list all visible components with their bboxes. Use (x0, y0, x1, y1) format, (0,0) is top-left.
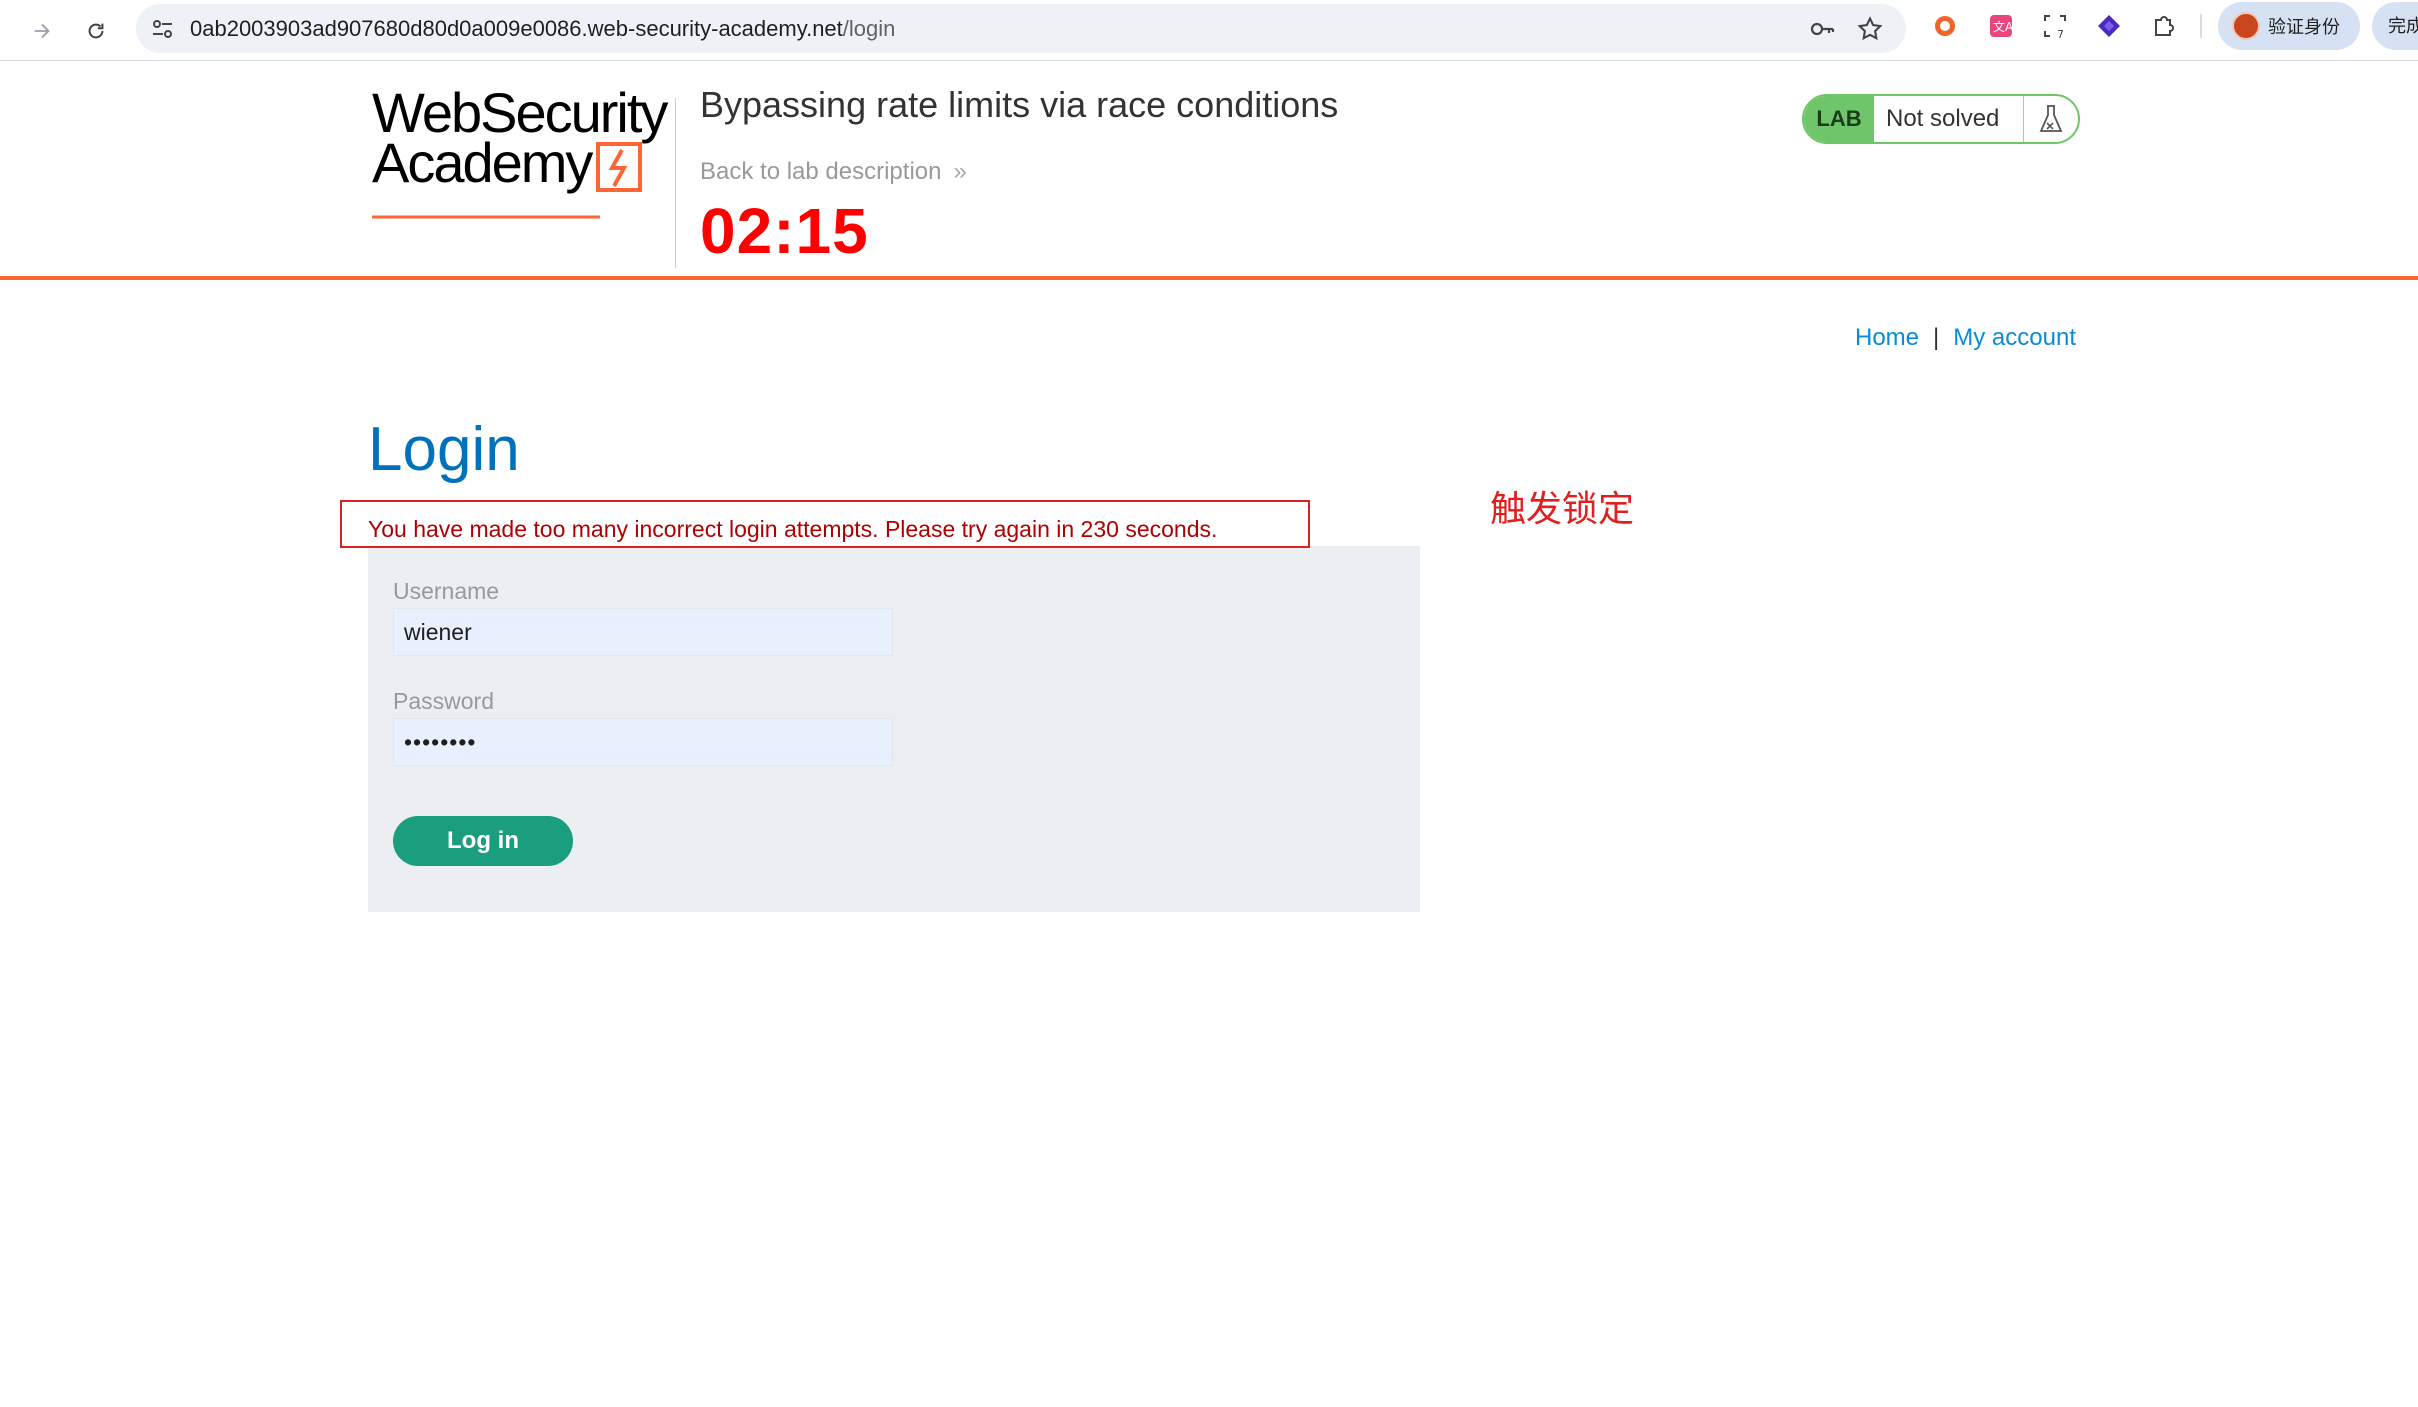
double-chevron-right-icon: » (953, 158, 967, 185)
web-security-academy-logo[interactable]: WebSecurity Academy (372, 85, 672, 228)
purple-extension-icon[interactable] (2094, 11, 2124, 41)
done-button[interactable]: 完成 (2372, 2, 2418, 50)
logo-line-2: Academy (372, 131, 593, 194)
username-input[interactable]: wiener (393, 608, 893, 656)
password-label: Password (393, 688, 494, 714)
error-message: You have made too many incorrect login a… (368, 516, 1218, 542)
annotation-note: 触发锁定 (1490, 489, 1635, 530)
header-divider (675, 98, 676, 268)
lab-status-widget: LAB Not solved (1802, 94, 2080, 144)
reload-button[interactable] (74, 9, 118, 53)
svg-text:7: 7 (2057, 28, 2064, 40)
url-path: /login (842, 16, 896, 41)
logo-line-2-wrap: Academy (372, 135, 672, 192)
logo-underline (372, 215, 600, 219)
password-input[interactable]: •••••••• (393, 718, 893, 766)
key-icon[interactable] (1808, 15, 1836, 43)
logo-bolt-icon (596, 142, 642, 192)
back-link-label: Back to lab description (700, 158, 942, 185)
page-title: Login (368, 415, 520, 484)
url-host: 0ab2003903ad907680d80d0a009e0086.web-sec… (190, 16, 843, 41)
browser-toolbar: 0ab2003903ad907680d80d0a009e0086.web-sec… (0, 0, 2418, 61)
site-info-icon[interactable] (148, 14, 178, 44)
forward-button[interactable] (20, 9, 64, 53)
svg-text:文A: 文A (1993, 19, 2014, 34)
back-to-lab-description-link[interactable]: Back to lab description » (700, 158, 967, 186)
login-form: Username wiener Password •••••••• Log in (368, 546, 1420, 912)
reload-icon (88, 23, 104, 39)
avatar (2232, 12, 2260, 40)
home-link[interactable]: Home (1855, 324, 1919, 351)
arrow-right-icon (34, 23, 50, 39)
flask-icon[interactable] (2024, 96, 2078, 142)
login-button[interactable]: Log in (393, 816, 573, 866)
profile-button[interactable]: 验证身份 (2218, 2, 2360, 50)
lab-timer: 02:15 (700, 195, 869, 267)
lab-badge: LAB (1804, 96, 1874, 142)
toolbar-divider (2200, 14, 2202, 38)
account-nav: Home | My account (1855, 324, 2076, 352)
url-text[interactable]: 0ab2003903ad907680d80d0a009e0086.web-sec… (190, 16, 895, 42)
bookmark-star-icon[interactable] (1856, 15, 1884, 43)
nav-separator: | (1933, 324, 1940, 351)
extensions-puzzle-icon[interactable] (2148, 11, 2178, 41)
profile-label: 验证身份 (2268, 17, 2340, 37)
screenshot-extension-icon[interactable]: 7 (2040, 11, 2070, 41)
lab-title: Bypassing rate limits via race condition… (700, 84, 1339, 125)
extension-orange-icon[interactable] (1930, 11, 1960, 41)
lab-state-text: Not solved (1874, 96, 2024, 142)
translate-extension-icon[interactable]: 文A (1986, 11, 2016, 41)
done-label: 完成 (2388, 16, 2418, 36)
lab-header: WebSecurity Academy Bypassing rate limit… (0, 62, 2418, 280)
username-label: Username (393, 578, 500, 604)
my-account-link[interactable]: My account (1953, 324, 2076, 351)
address-bar[interactable]: 0ab2003903ad907680d80d0a009e0086.web-sec… (136, 4, 1906, 53)
